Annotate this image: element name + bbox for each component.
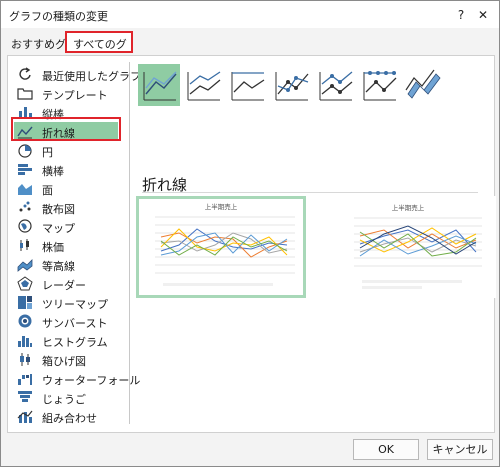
category-pie[interactable]: 円 [14,141,118,160]
category-recent[interactable]: 最近使用したグラフ [14,65,141,84]
category-map[interactable]: マップ [14,217,118,236]
stock-chart-icon [20,239,29,251]
category-combo[interactable]: 組み合わせ [14,407,118,426]
category-surface[interactable]: 等高線 [14,255,118,274]
selected-category-highlight [11,117,121,141]
subtype-stacked-line[interactable] [182,64,224,106]
treemap-chart-icon [18,296,32,309]
subtype-line-markers[interactable] [270,64,312,106]
combo-chart-icon [17,410,33,423]
stacked-line-subtype-icon [187,71,221,101]
line-subtype-icon [143,71,177,101]
category-template[interactable]: テンプレート [14,84,118,103]
map-chart-icon [18,219,32,233]
area-chart-icon [18,184,32,195]
percent-stacked-line-markers-subtype-icon [363,71,397,101]
ok-button[interactable]: OK [353,439,419,460]
category-histogram[interactable]: ヒストグラム [14,331,118,350]
percent-stacked-line-subtype-icon [231,72,265,101]
folder-icon [17,88,33,100]
preview-2-chart: 上半期売上 [354,203,482,289]
section-separator [142,192,478,193]
chart-preview-1[interactable]: 上半期売上 [136,196,306,298]
panel-divider [129,62,130,424]
pie-chart-icon [18,144,32,158]
change-chart-type-dialog: グラフの種類の変更 ? ✕ おすすめグラフ すべてのグラフ 最近使用したグラフ … [0,0,500,467]
category-area[interactable]: 面 [14,179,118,198]
funnel-chart-icon [18,391,32,402]
histogram-chart-icon [18,336,32,347]
waterfall-chart-icon [18,374,32,385]
category-bar[interactable]: 横棒 [14,160,118,179]
preview-1-title: 上半期売上 [205,202,238,211]
title-bar: グラフの種類の変更 ? ✕ [1,1,499,28]
cancel-button[interactable]: キャンセル [427,439,493,460]
surface-chart-icon [17,259,33,272]
category-scatter[interactable]: 散布図 [14,198,118,217]
bar-chart-icon [18,164,32,175]
close-button[interactable]: ✕ [475,7,491,23]
line-markers-subtype-icon [275,72,309,101]
help-button[interactable]: ? [453,7,469,23]
subtype-100-stacked-line[interactable] [226,64,268,106]
subtype-3d-line[interactable] [402,64,444,106]
recent-icon [19,67,31,80]
subtype-100-stacked-line-markers[interactable] [358,64,400,106]
gallery-scrollbar[interactable] [479,62,487,424]
stacked-line-markers-subtype-icon [319,71,353,101]
sunburst-chart-icon [18,314,32,328]
category-radar[interactable]: レーダー [14,274,118,293]
preview-1-chart: 上半期売上 [155,202,295,286]
tab-all-charts[interactable]: すべてのグラフ [65,31,133,67]
chart-type-panel: 最近使用したグラフ テンプレート 縦棒 折れ線 円 横棒 面 散布図 マップ 株… [7,55,496,433]
category-stock[interactable]: 株価 [14,236,118,255]
boxwhisker-chart-icon [20,353,30,366]
dialog-title: グラフの種類の変更 [9,10,108,23]
3d-line-subtype-icon [405,69,441,99]
category-sunburst[interactable]: サンバースト [14,312,118,331]
category-funnel[interactable]: じょうご [14,388,118,407]
preview-2-title: 上半期売上 [392,203,425,212]
scatter-chart-icon [19,201,31,212]
radar-chart-icon [17,276,33,291]
category-boxwhisker[interactable]: 箱ひげ図 [14,350,118,369]
subtype-stacked-line-markers[interactable] [314,64,356,106]
subtype-line[interactable] [138,64,180,106]
category-waterfall[interactable]: ウォーターフォール [14,369,140,388]
chart-preview-2[interactable]: 上半期売上 [326,196,496,298]
category-treemap[interactable]: ツリーマップ [14,293,118,312]
